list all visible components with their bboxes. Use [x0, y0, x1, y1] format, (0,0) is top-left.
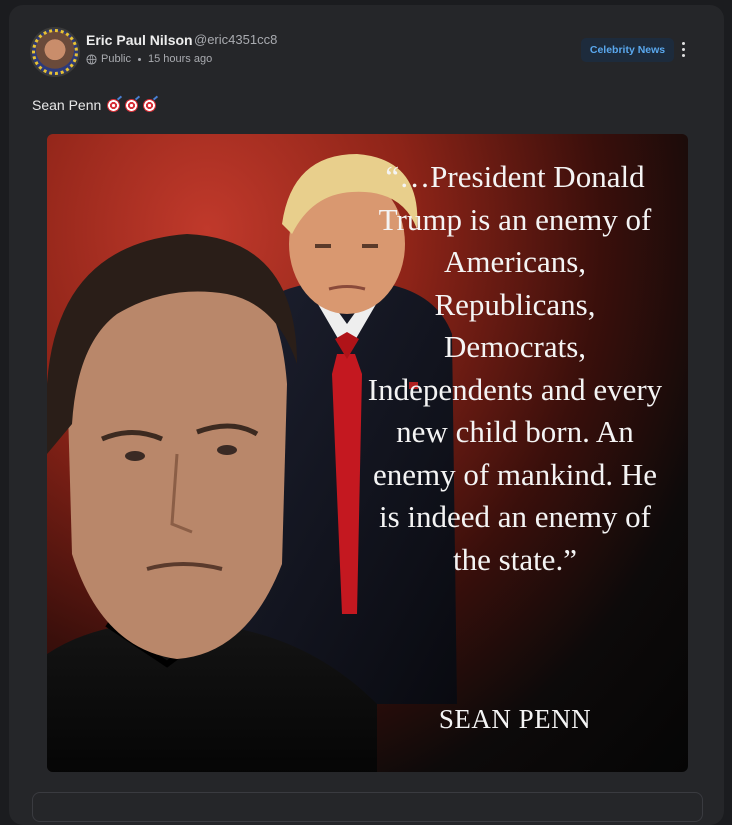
post-text-content: Sean Penn — [32, 97, 102, 113]
post-text: Sean Penn — [32, 97, 157, 113]
target-icon — [143, 98, 157, 112]
target-icon — [125, 98, 139, 112]
quote-attribution: SEAN PENN — [438, 704, 592, 734]
separator-dot — [137, 57, 141, 61]
sean-penn-portrait — [47, 234, 377, 772]
visibility-label: Public — [101, 53, 131, 65]
author-handle[interactable]: @eric4351cc8 — [194, 32, 277, 47]
post-image[interactable]: “…President Donald Trump is an enemy of … — [47, 134, 688, 772]
quote-text: “…President Donald Trump is an enemy of … — [367, 159, 663, 577]
globe-icon — [86, 53, 97, 65]
author-avatar[interactable] — [32, 29, 78, 75]
target-emojis — [107, 98, 157, 112]
target-icon — [107, 98, 121, 112]
more-options-icon[interactable] — [676, 38, 690, 60]
avatar-star-ring — [32, 29, 78, 75]
post-timestamp: 15 hours ago — [147, 53, 213, 65]
category-badge[interactable]: Celebrity News — [581, 38, 674, 62]
next-post-card — [32, 792, 703, 822]
post-meta: Public 15 hours ago — [86, 53, 212, 65]
author-name[interactable]: Eric Paul Nilson — [86, 32, 193, 48]
